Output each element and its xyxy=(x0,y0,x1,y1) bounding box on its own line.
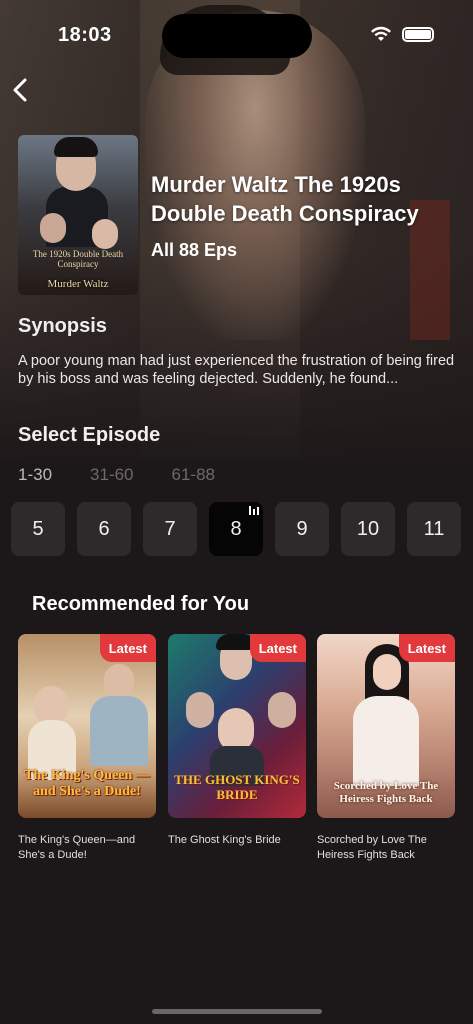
tab-range-61-88[interactable]: 61-88 xyxy=(172,465,215,485)
recommended-title[interactable]: Scorched by Love The Heiress Fights Back xyxy=(317,833,455,863)
episode-number: 10 xyxy=(356,517,380,540)
battery-icon xyxy=(402,27,434,42)
latest-badge: Latest xyxy=(99,634,156,662)
cover-title-top: The 1920s Double Death Conspiracy xyxy=(32,249,124,269)
show-title: Murder Waltz The 1920s Double Death Cons… xyxy=(151,172,419,226)
poster-figure xyxy=(353,696,419,786)
recommended-poster[interactable]: Scorched by Love The Heiress Fights Back… xyxy=(317,634,455,818)
episode-list[interactable]: 5 6 7 8 9 10 11 xyxy=(0,502,473,556)
recommended-poster[interactable]: THE GHOST KING'S BRIDE Latest xyxy=(168,634,306,818)
episode-number: 8 xyxy=(230,517,242,540)
cover-figure-hair xyxy=(54,137,98,157)
show-cover-image: The 1920s Double Death Conspiracy Murder… xyxy=(18,135,138,295)
cover-figure-face xyxy=(40,213,66,243)
recommended-card[interactable]: The King's Queen —and She's a Dude! Late… xyxy=(18,634,156,863)
poster-figure xyxy=(373,654,401,690)
poster-figure xyxy=(268,692,296,728)
episode-button[interactable]: 7 xyxy=(143,502,197,556)
recommended-title[interactable]: The King's Queen—and She's a Dude! xyxy=(18,833,156,863)
poster-title-text: THE GHOST KING'S BRIDE xyxy=(174,772,300,802)
tab-range-1-30[interactable]: 1-30 xyxy=(18,465,52,485)
cover-figure-face xyxy=(92,219,118,249)
status-time: 18:03 xyxy=(58,24,112,46)
poster-figure xyxy=(104,664,134,700)
synopsis-heading: Synopsis xyxy=(18,315,107,337)
recommended-title[interactable]: The Ghost King's Bride xyxy=(168,833,306,848)
poster-figure xyxy=(90,696,148,766)
episode-button[interactable]: 11 xyxy=(407,502,461,556)
episode-number: 6 xyxy=(98,517,110,540)
synopsis-text[interactable]: A poor young man had just experienced th… xyxy=(18,352,458,388)
episode-number: 7 xyxy=(164,517,176,540)
episode-number: 5 xyxy=(32,517,44,540)
episode-button[interactable]: 5 xyxy=(11,502,65,556)
latest-badge: Latest xyxy=(398,634,455,662)
poster-title-text: Scorched by Love The Heiress Fights Back xyxy=(333,780,439,805)
episode-button-current[interactable]: 8 xyxy=(209,502,263,556)
status-bar: 18:03 xyxy=(0,0,473,70)
episode-button[interactable]: 6 xyxy=(77,502,131,556)
episode-number: 9 xyxy=(296,517,308,540)
episode-number: 11 xyxy=(423,517,445,540)
home-indicator[interactable] xyxy=(152,1009,322,1014)
recommended-heading: Recommended for You xyxy=(32,593,250,615)
dynamic-island xyxy=(162,14,312,58)
recommended-card[interactable]: Scorched by Love The Heiress Fights Back… xyxy=(317,634,455,863)
cover-title-bottom: Murder Waltz xyxy=(47,278,109,290)
episode-range-tabs: 1-30 31-60 61-88 xyxy=(18,465,253,485)
recommended-card[interactable]: THE GHOST KING'S BRIDE Latest The Ghost … xyxy=(168,634,306,848)
poster-figure xyxy=(186,692,214,728)
tab-range-31-60[interactable]: 31-60 xyxy=(90,465,133,485)
now-playing-icon xyxy=(249,506,259,515)
latest-badge: Latest xyxy=(249,634,306,662)
episode-button[interactable]: 10 xyxy=(341,502,395,556)
back-icon[interactable] xyxy=(8,74,32,106)
poster-title-text: The King's Queen —and She's a Dude! xyxy=(24,768,150,799)
wifi-icon xyxy=(371,26,391,41)
recommended-poster[interactable]: The King's Queen —and She's a Dude! Late… xyxy=(18,634,156,818)
episode-count: All 88 Eps xyxy=(151,240,238,260)
select-episode-heading: Select Episode xyxy=(18,424,161,446)
episode-button[interactable]: 9 xyxy=(275,502,329,556)
